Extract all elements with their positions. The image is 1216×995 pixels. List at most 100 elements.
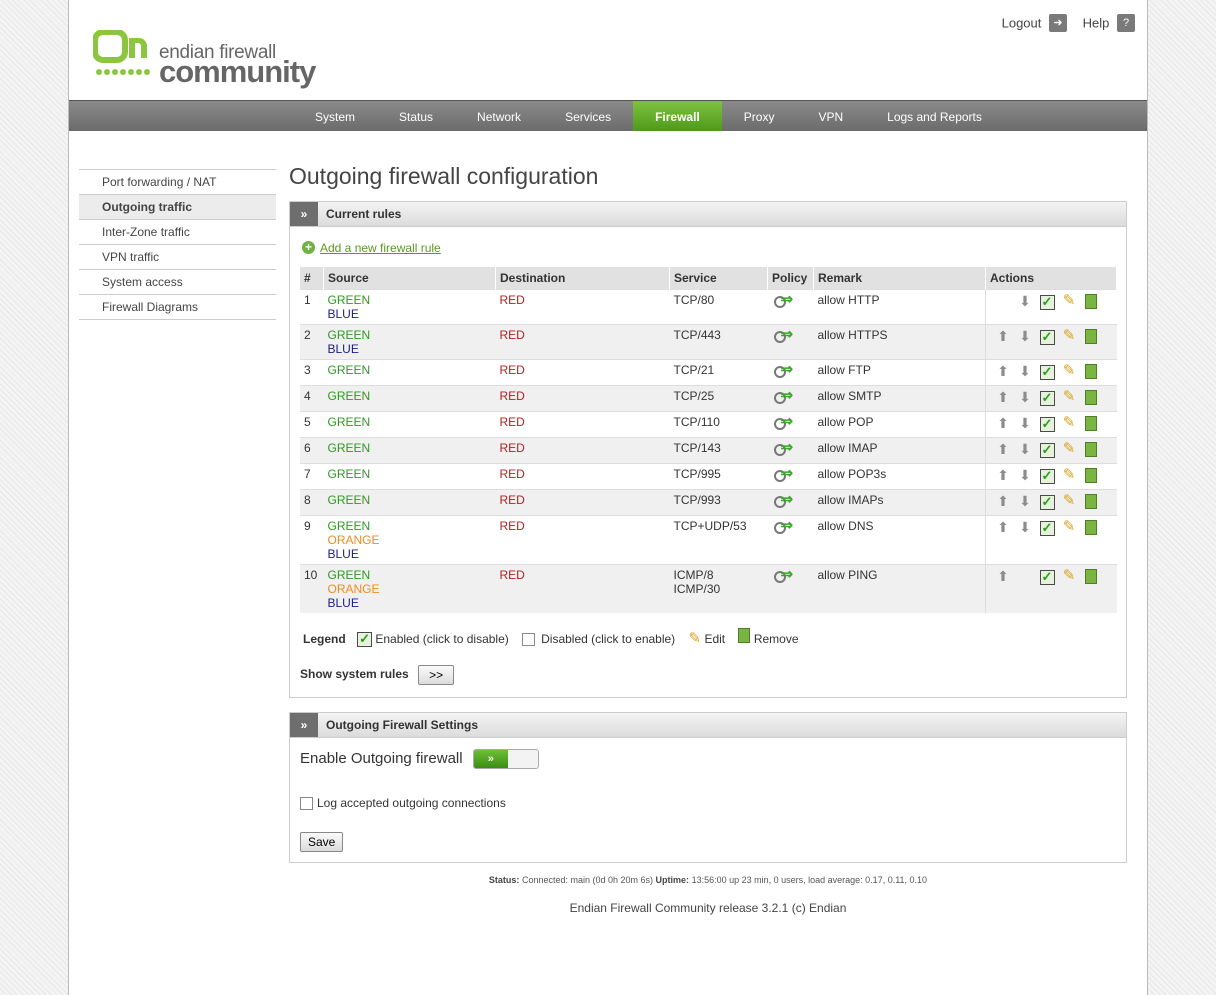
save-button[interactable]: Save <box>300 832 344 852</box>
trash-icon[interactable] <box>1082 493 1100 509</box>
nav-status[interactable]: Status <box>377 101 455 131</box>
collapse-icon[interactable]: » <box>290 202 318 226</box>
nav-network[interactable]: Network <box>455 101 543 131</box>
nav-vpn[interactable]: VPN <box>796 101 865 131</box>
log-checkbox[interactable] <box>300 797 313 811</box>
nav-services[interactable]: Services <box>543 101 633 131</box>
policy-allow-icon: ⇒ <box>772 388 798 405</box>
trash-icon[interactable] <box>1082 519 1100 535</box>
trash-icon[interactable] <box>1082 441 1100 457</box>
toggle-enabled-icon[interactable]: ✓ <box>1038 519 1056 536</box>
sidebar-item-port-forwarding[interactable]: Port forwarding / NAT <box>79 169 276 194</box>
rule-actions: ⬆ ⬇ ✓ ✎ <box>985 324 1117 360</box>
endian-logo-mark <box>93 30 150 75</box>
trash-icon[interactable] <box>1082 467 1100 483</box>
edit-pencil-icon[interactable]: ✎ <box>1060 568 1078 584</box>
table-row: 4 GREEN RED TCP/25 ⇒ allow SMTP ⬆ ⬇ ✓ ✎ <box>300 385 1117 412</box>
source-zone: ORANGE <box>327 533 380 547</box>
nav-system[interactable]: System <box>293 101 377 131</box>
show-system-rules-button[interactable]: >> <box>418 664 455 685</box>
sidebar-item-outgoing-traffic[interactable]: Outgoing traffic <box>79 194 276 219</box>
rule-number: 3 <box>300 359 324 386</box>
main-content: Outgoing firewall configuration » Curren… <box>289 160 1127 915</box>
trash-icon[interactable] <box>1082 415 1100 431</box>
move-down-icon[interactable]: ⬇ <box>1016 415 1034 431</box>
destination-zone: RED <box>499 293 525 307</box>
toggle-enabled-icon[interactable]: ✓ <box>1038 363 1056 380</box>
rule-policy: ⇒ <box>767 385 814 412</box>
trash-icon[interactable] <box>1082 568 1100 584</box>
trash-icon[interactable] <box>1082 293 1100 309</box>
brand-line2: community <box>159 54 316 89</box>
edit-pencil-icon[interactable]: ✎ <box>1060 415 1078 431</box>
move-up-icon[interactable]: ⬆ <box>994 363 1012 379</box>
toggle-enabled-icon[interactable]: ✓ <box>1038 568 1056 585</box>
sidebar-item-vpn-traffic[interactable]: VPN traffic <box>79 244 276 269</box>
collapse-icon[interactable]: » <box>290 713 318 737</box>
rule-remark: allow DNS <box>813 515 986 565</box>
move-down-icon[interactable]: ⬇ <box>1016 441 1034 457</box>
move-down-icon[interactable]: ⬇ <box>1016 328 1034 344</box>
rule-destination: RED <box>495 385 670 412</box>
rule-actions: ⬇ ✓ ✎ <box>985 289 1117 325</box>
legend-disabled: Disabled (click to enable) <box>541 632 676 646</box>
nav-logs-reports[interactable]: Logs and Reports <box>865 101 1004 131</box>
sidebar-item-inter-zone[interactable]: Inter-Zone traffic <box>79 219 276 244</box>
nav-proxy[interactable]: Proxy <box>722 101 797 131</box>
move-down-icon[interactable]: ⬇ <box>1016 493 1034 509</box>
trash-icon[interactable] <box>1082 363 1100 379</box>
edit-pencil-icon[interactable]: ✎ <box>1060 363 1078 379</box>
toggle-enabled-icon[interactable]: ✓ <box>1038 415 1056 432</box>
add-icon[interactable]: + <box>302 241 315 255</box>
move-up-icon[interactable]: ⬆ <box>994 493 1012 509</box>
sidebar-item-firewall-diagrams[interactable]: Firewall Diagrams <box>79 294 276 320</box>
toggle-enabled-icon[interactable]: ✓ <box>1038 328 1056 345</box>
source-zone: GREEN <box>327 389 371 403</box>
source-zone: GREEN <box>327 328 371 342</box>
edit-pencil-icon[interactable]: ✎ <box>1060 441 1078 457</box>
policy-allow-icon: ⇒ <box>772 492 798 509</box>
help-label: Help <box>1082 15 1110 31</box>
toggle-enabled-icon[interactable]: ✓ <box>1038 441 1056 458</box>
toggle-enabled-icon[interactable]: ✓ <box>1038 493 1056 510</box>
sidebar-item-system-access[interactable]: System access <box>79 269 276 294</box>
move-down-icon[interactable]: ⬇ <box>1016 467 1034 483</box>
move-up-icon[interactable]: ⬆ <box>994 415 1012 431</box>
add-rule-link[interactable]: Add a new firewall rule <box>320 241 441 255</box>
edit-pencil-icon[interactable]: ✎ <box>1060 519 1078 535</box>
status-line: Status: Connected: main (0d 0h 20m 6s) U… <box>289 875 1127 885</box>
col-policy: Policy <box>767 267 814 290</box>
move-down-icon[interactable]: ⬇ <box>1016 519 1034 535</box>
move-down-icon[interactable]: ⬇ <box>1016 389 1034 405</box>
nav-firewall[interactable]: Firewall <box>633 101 722 131</box>
move-down-icon[interactable]: ⬇ <box>1016 363 1034 379</box>
rule-service: TCP+UDP/53 <box>669 515 768 565</box>
move-up-icon[interactable]: ⬆ <box>994 467 1012 483</box>
service-value: TCP+UDP/53 <box>673 519 747 533</box>
edit-pencil-icon[interactable]: ✎ <box>1060 293 1078 309</box>
move-up-icon[interactable]: ⬆ <box>994 328 1012 344</box>
help-link[interactable]: Help ? <box>1083 14 1135 32</box>
move-up-icon[interactable]: ⬆ <box>994 519 1012 535</box>
edit-pencil-icon[interactable]: ✎ <box>1060 467 1078 483</box>
move-up-icon[interactable]: ⬆ <box>994 568 1012 584</box>
service-value: TCP/80 <box>673 293 715 307</box>
toggle-enabled-icon[interactable]: ✓ <box>1038 389 1056 406</box>
enable-toggle[interactable]: » <box>472 749 539 770</box>
trash-icon[interactable] <box>1082 328 1100 344</box>
move-up-icon[interactable]: ⬆ <box>994 389 1012 405</box>
rule-source: GREEN ORANGE BLUE <box>323 515 496 565</box>
edit-pencil-icon[interactable]: ✎ <box>1060 493 1078 509</box>
toggle-enabled-icon[interactable]: ✓ <box>1038 293 1056 310</box>
move-up-icon[interactable]: ⬆ <box>994 441 1012 457</box>
rule-destination: RED <box>495 489 670 516</box>
current-rules-box: » Current rules + Add a new firewall rule… <box>289 201 1127 698</box>
source-zone: BLUE <box>327 547 359 561</box>
logout-link[interactable]: Logout ➜ <box>1002 14 1067 32</box>
edit-pencil-icon[interactable]: ✎ <box>1060 389 1078 405</box>
rule-number: 4 <box>300 385 324 412</box>
trash-icon[interactable] <box>1082 389 1100 405</box>
move-down-icon[interactable]: ⬇ <box>1016 293 1034 309</box>
toggle-enabled-icon[interactable]: ✓ <box>1038 467 1056 484</box>
edit-pencil-icon[interactable]: ✎ <box>1060 328 1078 344</box>
